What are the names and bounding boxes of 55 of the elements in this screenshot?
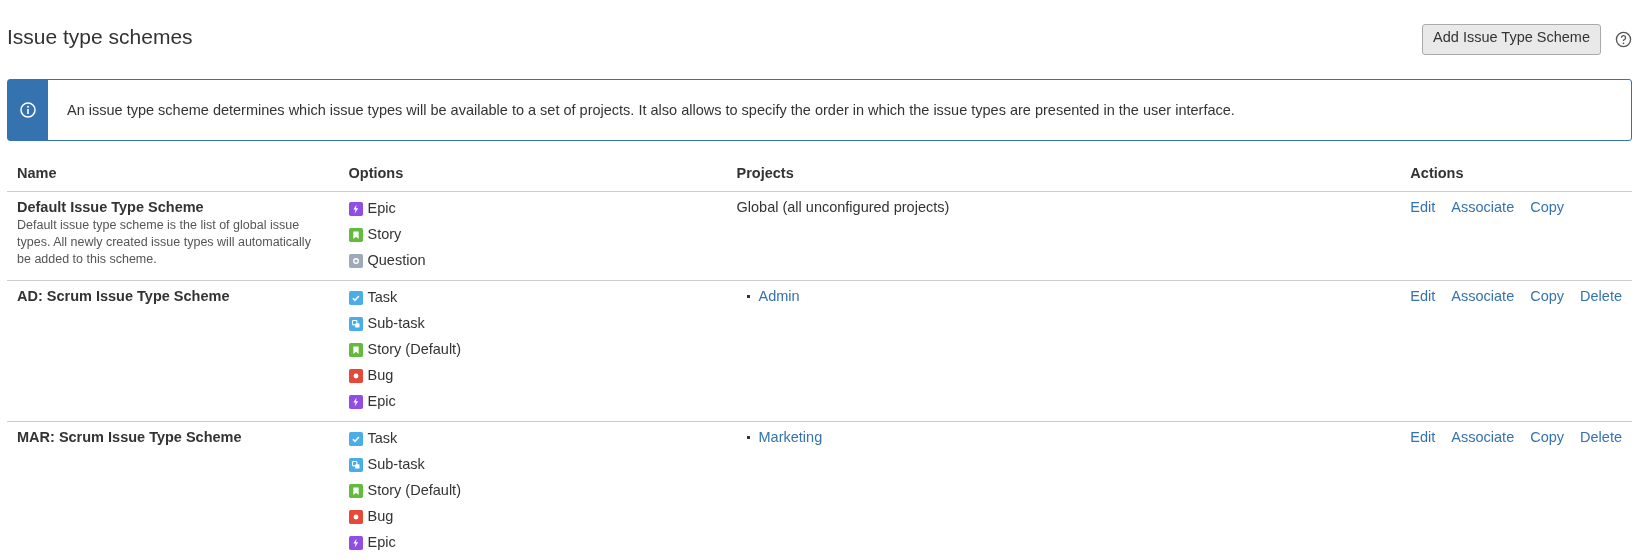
action-link[interactable]: Associate <box>1451 199 1515 215</box>
story-type-icon <box>348 342 363 357</box>
issue-type-label: Bug <box>367 366 394 385</box>
action-link[interactable]: Associate <box>1451 288 1515 304</box>
column-header: Actions <box>1400 149 1632 192</box>
issue-type-label: Story (Default) <box>367 481 461 500</box>
column-header: Projects <box>726 149 1401 192</box>
question-type-icon <box>348 253 363 268</box>
bug-type-icon <box>348 368 363 383</box>
project-link[interactable]: Admin <box>758 288 800 304</box>
info-message: An issue type scheme determines which issue types will be available to a set of projects. It also allows to specify the order in which the issue types are presented in the user interface. <box>67 102 1235 118</box>
column-header: Options <box>338 149 727 192</box>
issue-type-label: Task <box>367 288 398 307</box>
help-icon[interactable] <box>1615 31 1632 48</box>
scheme-description: Default issue type scheme is the list of global issue types. All newly created issue types will automatically be added to this scheme. <box>17 217 312 268</box>
action-link[interactable]: Copy <box>1530 429 1565 445</box>
epic-type-icon <box>348 535 363 550</box>
issue-type-label: Epic <box>367 533 396 552</box>
issue-type-label: Sub-task <box>367 314 425 333</box>
action-link[interactable]: Associate <box>1451 429 1515 445</box>
action-link[interactable]: Delete <box>1580 288 1622 304</box>
bullet-icon <box>746 435 750 439</box>
action-link[interactable]: Edit <box>1410 429 1436 445</box>
bullet-icon <box>746 294 750 298</box>
subtask-type-icon <box>348 457 363 472</box>
action-link[interactable]: Edit <box>1410 199 1436 215</box>
project-link[interactable]: Marketing <box>758 429 823 445</box>
action-link[interactable]: Edit <box>1410 288 1436 304</box>
issue-type-label: Question <box>367 251 426 270</box>
action-link[interactable]: Copy <box>1530 288 1565 304</box>
issue-type-label: Story <box>367 225 402 244</box>
bug-type-icon <box>348 509 363 524</box>
issue-type-label: Sub-task <box>367 455 425 474</box>
story-type-icon <box>348 227 363 242</box>
issue-type-label: Task <box>367 429 398 448</box>
action-link[interactable]: Copy <box>1530 199 1565 215</box>
scheme-name: AD: Scrum Issue Type Scheme <box>17 288 231 304</box>
epic-type-icon <box>348 394 363 409</box>
scheme-name: MAR: Scrum Issue Type Scheme <box>17 429 243 445</box>
task-type-icon <box>348 431 363 446</box>
issue-type-label: Bug <box>367 507 394 526</box>
story-type-icon <box>348 483 363 498</box>
task-type-icon <box>348 290 363 305</box>
info-icon <box>20 102 36 118</box>
epic-type-icon <box>348 201 363 216</box>
issue-type-label: Epic <box>367 199 396 218</box>
subtask-type-icon <box>348 316 363 331</box>
projects-text: Global (all unconfigured projects) <box>736 199 950 215</box>
scheme-name: Default Issue Type Scheme <box>17 199 205 215</box>
column-header: Name <box>7 149 339 192</box>
action-link[interactable]: Delete <box>1580 429 1622 445</box>
add-scheme-button[interactable]: Add Issue Type Scheme <box>1422 24 1601 55</box>
page-title: Issue type schemes <box>7 24 193 50</box>
issue-type-label: Story (Default) <box>367 340 461 359</box>
issue-type-label: Epic <box>367 392 396 411</box>
